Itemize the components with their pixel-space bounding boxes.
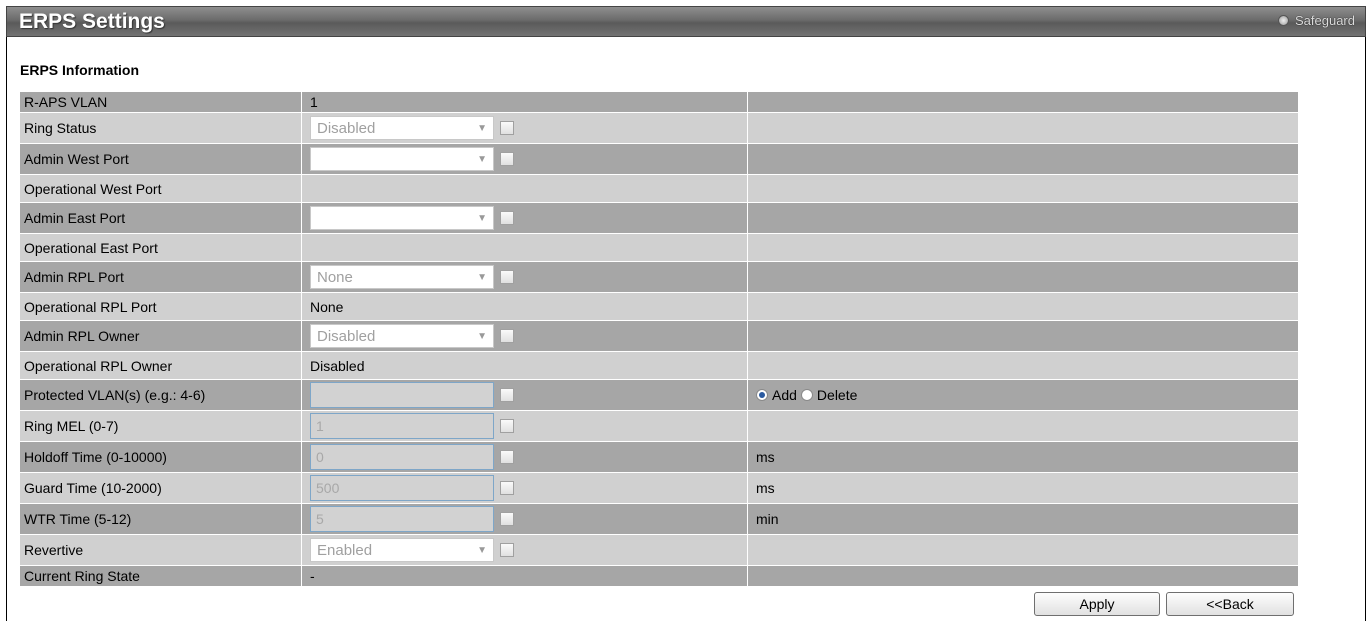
row-label: Admin RPL Port bbox=[20, 262, 302, 292]
row-label: Operational West Port bbox=[20, 175, 302, 202]
row-label: Current Ring State bbox=[20, 566, 302, 586]
safeguard-label: Safeguard bbox=[1295, 13, 1355, 28]
erps-settings-table: R-APS VLAN 1 Ring Status Disabled ▼ Admin… bbox=[20, 92, 1298, 587]
row-holdoff-time: Holdoff Time (0-10000) 0 ms bbox=[20, 442, 1298, 473]
admin-rpl-owner-checkbox[interactable] bbox=[500, 329, 514, 343]
safeguard-indicator[interactable]: Safeguard bbox=[1278, 13, 1355, 28]
row-wtr-time: WTR Time (5-12) 5 min bbox=[20, 504, 1298, 535]
row-admin-west-port: Admin West Port ▼ bbox=[20, 144, 1298, 175]
admin-rpl-port-checkbox[interactable] bbox=[500, 270, 514, 284]
revertive-select[interactable]: Enabled ▼ bbox=[310, 538, 494, 562]
row-label: Operational RPL Owner bbox=[20, 352, 302, 379]
row-operational-west-port: Operational West Port bbox=[20, 175, 1298, 203]
row-label: Protected VLAN(s) (e.g.: 4-6) bbox=[20, 380, 302, 410]
row-current-ring-state: Current Ring State - bbox=[20, 566, 1298, 587]
row-admin-rpl-owner: Admin RPL Owner Disabled ▼ bbox=[20, 321, 1298, 352]
row-operational-rpl-owner: Operational RPL Owner Disabled bbox=[20, 352, 1298, 380]
chevron-down-icon: ▼ bbox=[477, 122, 487, 134]
ring-status-select[interactable]: Disabled ▼ bbox=[310, 116, 494, 140]
delete-radio-label: Delete bbox=[816, 387, 858, 403]
guard-time-input[interactable]: 500 bbox=[310, 475, 494, 501]
row-admin-east-port: Admin East Port ▼ bbox=[20, 203, 1298, 234]
row-label: Ring MEL (0-7) bbox=[20, 411, 302, 441]
row-raps-vlan: R-APS VLAN 1 bbox=[20, 92, 1298, 113]
chevron-down-icon: ▼ bbox=[477, 544, 487, 556]
chevron-down-icon: ▼ bbox=[477, 271, 487, 283]
operational-rpl-port-value: None bbox=[310, 298, 344, 315]
section-title: ERPS Information bbox=[20, 62, 140, 78]
operational-rpl-owner-value: Disabled bbox=[310, 357, 365, 374]
apply-button[interactable]: Apply bbox=[1034, 592, 1160, 616]
admin-east-port-checkbox[interactable] bbox=[500, 211, 514, 225]
protected-vlans-input[interactable] bbox=[310, 382, 494, 408]
holdoff-time-checkbox[interactable] bbox=[500, 450, 514, 464]
row-label: Operational RPL Port bbox=[20, 293, 302, 320]
add-radio-label: Add bbox=[772, 387, 797, 403]
row-label: Ring Status bbox=[20, 113, 302, 143]
row-label: Admin West Port bbox=[20, 144, 302, 174]
delete-radio[interactable] bbox=[800, 389, 813, 401]
page-title: ERPS Settings bbox=[19, 10, 165, 33]
admin-east-port-select[interactable]: ▼ bbox=[310, 206, 494, 230]
row-ring-mel: Ring MEL (0-7) 1 bbox=[20, 411, 1298, 442]
admin-rpl-owner-select[interactable]: Disabled ▼ bbox=[310, 324, 494, 348]
ring-mel-checkbox[interactable] bbox=[500, 419, 514, 433]
add-delete-radio-group: Add Delete bbox=[756, 387, 857, 403]
row-label: Admin East Port bbox=[20, 203, 302, 233]
chevron-down-icon: ▼ bbox=[477, 153, 487, 165]
wtr-time-checkbox[interactable] bbox=[500, 512, 514, 526]
guard-time-checkbox[interactable] bbox=[500, 481, 514, 495]
revertive-checkbox[interactable] bbox=[500, 543, 514, 557]
row-label: Holdoff Time (0-10000) bbox=[20, 442, 302, 472]
row-operational-rpl-port: Operational RPL Port None bbox=[20, 293, 1298, 321]
row-admin-rpl-port: Admin RPL Port None ▼ bbox=[20, 262, 1298, 293]
row-revertive: Revertive Enabled ▼ bbox=[20, 535, 1298, 566]
row-label: Guard Time (10-2000) bbox=[20, 473, 302, 503]
row-ring-status: Ring Status Disabled ▼ bbox=[20, 113, 1298, 144]
ring-mel-input[interactable]: 1 bbox=[310, 413, 494, 439]
chevron-down-icon: ▼ bbox=[477, 330, 487, 342]
row-label: WTR Time (5-12) bbox=[20, 504, 302, 534]
page-header: ERPS Settings Safeguard bbox=[6, 6, 1366, 37]
guard-time-unit: ms bbox=[756, 480, 775, 496]
admin-west-port-checkbox[interactable] bbox=[500, 152, 514, 166]
back-button[interactable]: <<Back bbox=[1166, 592, 1294, 616]
admin-west-port-select[interactable]: ▼ bbox=[310, 147, 494, 171]
raps-vlan-value: 1 bbox=[310, 94, 318, 110]
current-ring-state-value: - bbox=[310, 568, 315, 584]
add-radio[interactable] bbox=[756, 389, 768, 401]
chevron-down-icon: ▼ bbox=[477, 212, 487, 224]
wtr-time-input[interactable]: 5 bbox=[310, 506, 494, 532]
row-label: R-APS VLAN bbox=[20, 92, 302, 112]
row-label: Admin RPL Owner bbox=[20, 321, 302, 351]
row-operational-east-port: Operational East Port bbox=[20, 234, 1298, 262]
row-label: Operational East Port bbox=[20, 234, 302, 261]
ring-status-checkbox[interactable] bbox=[500, 121, 514, 135]
holdoff-time-input[interactable]: 0 bbox=[310, 444, 494, 470]
safeguard-icon bbox=[1278, 15, 1289, 26]
row-protected-vlans: Protected VLAN(s) (e.g.: 4-6) Add Delete bbox=[20, 380, 1298, 411]
wtr-time-unit: min bbox=[756, 511, 779, 527]
admin-rpl-port-select[interactable]: None ▼ bbox=[310, 265, 494, 289]
holdoff-time-unit: ms bbox=[756, 449, 775, 465]
row-guard-time: Guard Time (10-2000) 500 ms bbox=[20, 473, 1298, 504]
row-label: Revertive bbox=[20, 535, 302, 565]
protected-vlans-checkbox[interactable] bbox=[500, 388, 514, 402]
